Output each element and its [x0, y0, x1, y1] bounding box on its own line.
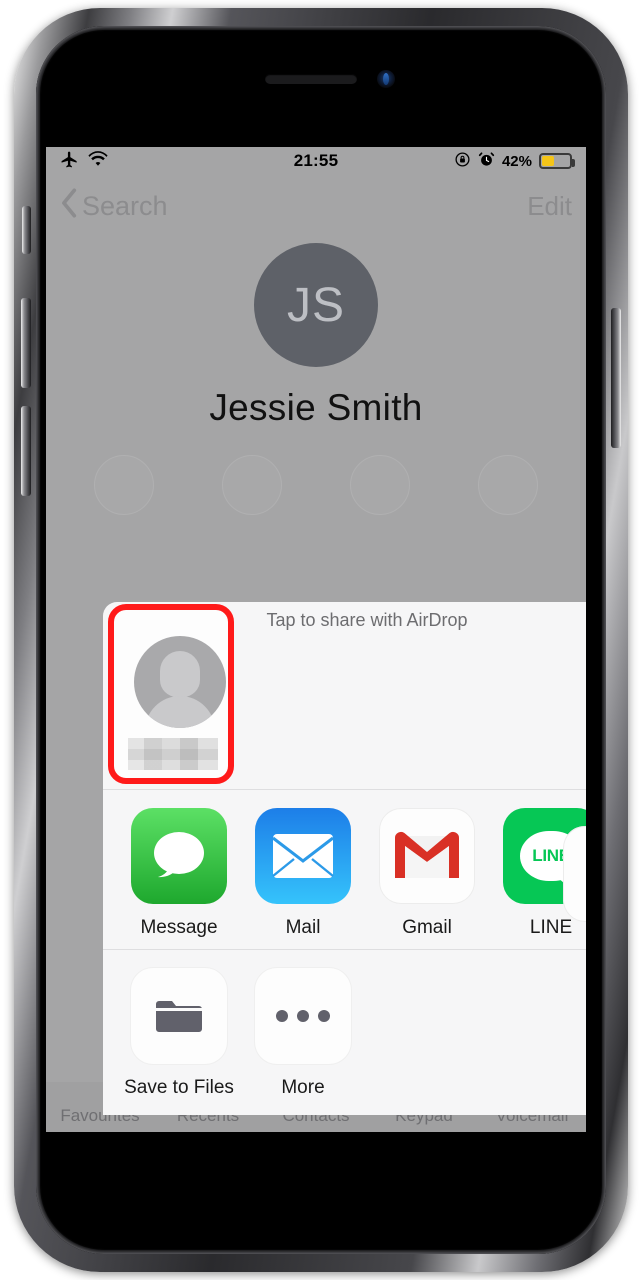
action-label: More [281, 1077, 325, 1098]
back-button[interactable]: Search [60, 187, 168, 225]
alarm-clock-icon [478, 151, 495, 172]
share-sheet: Tap to share with AirDrop Message Mail G… [103, 602, 586, 1115]
share-app-partial-icon[interactable] [563, 826, 586, 922]
more-dots-icon [255, 968, 351, 1064]
back-button-label: Search [82, 190, 168, 221]
contact-header: JS Jessie Smith [46, 237, 586, 515]
contact-action-mail[interactable] [478, 455, 538, 515]
battery-fill [542, 156, 555, 166]
contact-action-call[interactable] [222, 455, 282, 515]
contact-avatar: JS [254, 243, 378, 367]
volume-down-button[interactable] [21, 406, 31, 496]
share-app-message[interactable]: Message [117, 808, 241, 939]
contact-action-message[interactable] [94, 455, 154, 515]
chevron-left-icon [60, 187, 77, 225]
messages-app-icon [131, 808, 227, 904]
navigation-bar: Search Edit [46, 175, 586, 237]
action-more[interactable]: More [241, 968, 365, 1099]
contact-action-video[interactable] [350, 455, 410, 515]
battery-icon [539, 153, 575, 169]
airdrop-contact-name-redacted [128, 738, 218, 770]
mute-switch[interactable] [22, 206, 31, 254]
power-button[interactable] [611, 308, 621, 448]
status-bar-right: 42% [454, 151, 575, 172]
status-bar: 21:55 42% [46, 147, 586, 175]
share-app-mail[interactable]: Mail [241, 808, 365, 939]
phone-screen: 21:55 42% Search Edit JS Jessie Smith Fa… [46, 147, 586, 1132]
share-app-label: Mail [285, 917, 321, 938]
action-save-to-files[interactable]: Save to Files [117, 968, 241, 1099]
action-label: Save to Files [124, 1077, 234, 1098]
airdrop-contact-avatar-icon [134, 636, 226, 728]
share-app-gmail[interactable]: Gmail [365, 808, 489, 939]
volume-up-button[interactable] [21, 298, 31, 388]
front-camera-icon [377, 70, 395, 88]
mail-app-icon [255, 808, 351, 904]
rotation-lock-icon [454, 151, 471, 172]
share-app-row: Message Mail Gmail LINE LINE [103, 790, 586, 949]
share-app-label: LINE [529, 917, 573, 938]
contact-action-buttons [46, 455, 586, 515]
battery-percent-label: 42% [501, 152, 532, 170]
share-app-line[interactable]: LINE LINE [489, 808, 586, 939]
share-action-row: Save to Files More [103, 950, 586, 1115]
gmail-app-icon [379, 808, 475, 904]
airdrop-section: Tap to share with AirDrop [103, 602, 586, 789]
edit-button[interactable]: Edit [527, 191, 572, 222]
folder-icon [131, 968, 227, 1064]
airdrop-target[interactable] [112, 608, 230, 780]
share-app-label: Message [140, 917, 218, 938]
share-app-label: Gmail [402, 917, 452, 938]
contact-name: Jessie Smith [209, 387, 423, 428]
earpiece-speaker [265, 74, 357, 84]
